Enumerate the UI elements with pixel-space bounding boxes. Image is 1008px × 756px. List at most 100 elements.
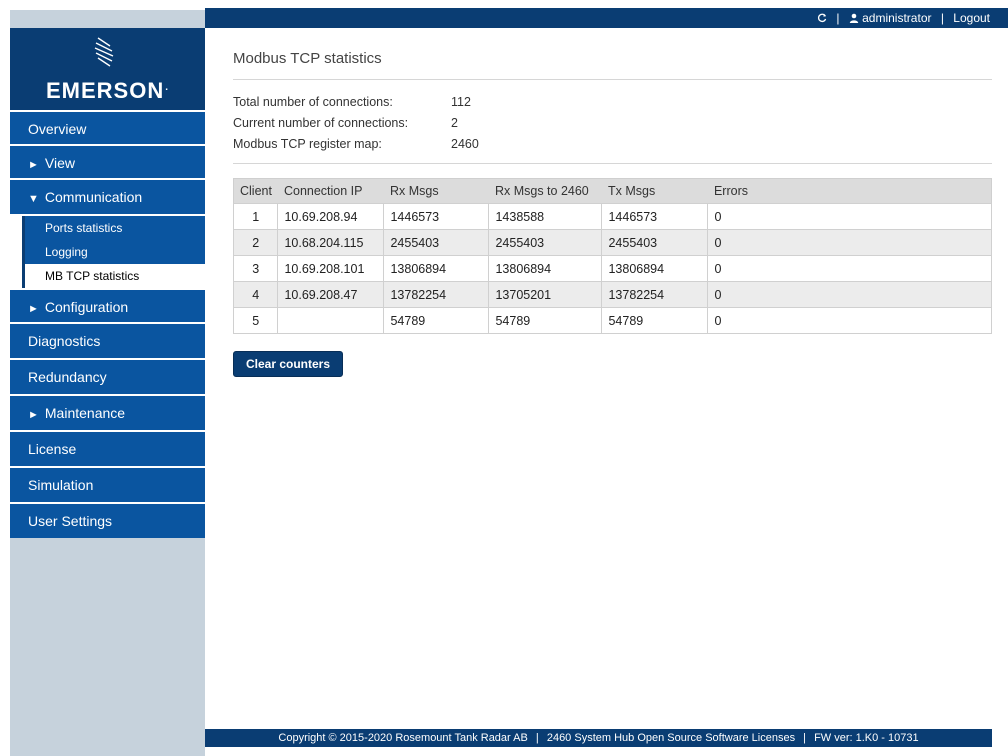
nav-license[interactable]: License [10,430,205,466]
table-cell: 1446573 [601,203,709,230]
brand-name: EMERSON. [45,78,170,103]
separator: | [535,732,539,744]
nav-label: Maintenance [44,405,126,421]
emerson-logo-icon [94,37,114,67]
nav-user-settings[interactable]: User Settings [10,502,205,538]
table-cell: 2455403 [601,229,709,256]
page-title: Modbus TCP statistics [233,50,382,67]
nav-maintenance[interactable]: ► Maintenance [10,394,205,430]
nav-communication[interactable]: ▼ Communication [10,178,205,214]
table-cell: 10.69.208.94 [277,203,385,230]
logout-link[interactable]: Logout [953,11,990,25]
nav-view[interactable]: ► View [10,144,205,178]
nav-configuration[interactable]: ► Configuration [10,288,205,322]
table-cell: 1446573 [383,203,490,230]
nav-label: Configuration [44,299,129,315]
summary-value: 112 [451,95,471,109]
table-cell: 54789 [383,307,490,334]
footer: Copyright © 2015-2020 Rosemount Tank Rad… [205,729,992,747]
nav-label: Simulation [28,477,94,493]
table-row: 4 10.69.208.47 13782254 13705201 1378225… [232,281,992,308]
nav-label: Redundancy [28,369,107,385]
column-header: Rx Msgs [383,178,489,204]
table-cell: 54789 [488,307,603,334]
table-cell: 1 [232,203,279,230]
expand-arrow-icon: ► [28,303,39,315]
separator: | [940,11,944,25]
summary-total-connections: Total number of connections: 112 [233,92,992,113]
nav-label: User Settings [28,513,113,529]
column-header: Connection IP [277,178,384,204]
expand-arrow-icon: ► [28,409,39,421]
table-cell: 54789 [601,307,709,334]
summary-current-connections: Current number of connections: 2 [233,113,992,134]
summary-register-map: Modbus TCP register map: 2460 [233,134,992,155]
nav-redundancy[interactable]: Redundancy [10,358,205,394]
table-row: 3 10.69.208.101 13806894 13806894 138068… [232,255,992,282]
table-cell: 2455403 [383,229,490,256]
table-cell: 13782254 [383,281,490,308]
firmware-version: FW ver: 1.K0 - 10731 [814,732,919,744]
summary: Total number of connections: 112 Current… [233,92,992,155]
table-cell: 0 [707,203,992,230]
subnav-ports-statistics[interactable]: Ports statistics [22,216,205,240]
table-cell: 0 [707,281,992,308]
communication-submenu: Ports statistics Logging MB TCP statisti… [10,214,205,288]
nav-overview[interactable]: Overview [10,110,205,144]
table-row: 2 10.68.204.115 2455403 2455403 2455403 … [232,229,992,256]
table-header-row: Client Connection IP Rx Msgs Rx Msgs to … [233,178,992,204]
divider [233,163,992,164]
refresh-icon[interactable] [817,11,830,25]
table-cell: 10.69.208.47 [277,281,385,308]
column-header: Tx Msgs [601,178,708,204]
user-icon [849,11,862,25]
nav-label: Communication [44,189,143,205]
nav-label: View [44,155,75,171]
table-cell: 2455403 [488,229,603,256]
table-cell: 1438588 [488,203,603,230]
copyright-text: Copyright © 2015-2020 Rosemount Tank Rad… [278,732,528,744]
column-header: Rx Msgs to 2460 [488,178,602,204]
table-cell: 0 [707,307,992,334]
summary-label: Modbus TCP register map: [233,137,382,151]
table-cell: 13806894 [601,255,709,282]
nav-diagnostics[interactable]: Diagnostics [10,322,205,358]
separator: | [836,11,840,25]
subnav-mb-tcp-statistics[interactable]: MB TCP statistics [22,264,205,288]
table-cell: 0 [707,255,992,282]
table-cell: 10.68.204.115 [277,229,385,256]
summary-value: 2 [451,116,458,130]
collapse-arrow-icon: ▼ [28,193,39,205]
table-cell: 13705201 [488,281,603,308]
nav-simulation[interactable]: Simulation [10,466,205,502]
table-cell: 3 [232,255,279,282]
nav-label: Overview [28,121,87,137]
table-cell: 4 [232,281,279,308]
table-row: 1 10.69.208.94 1446573 1438588 1446573 0 [232,203,992,230]
table-cell: 0 [707,229,992,256]
subnav-logging[interactable]: Logging [22,240,205,264]
nav-label: Diagnostics [28,333,101,349]
table-cell: 2 [232,229,279,256]
statistics-table: Client Connection IP Rx Msgs Rx Msgs to … [232,178,992,334]
summary-label: Current number of connections: [233,116,409,130]
logo: EMERSON. [10,28,205,110]
sidebar: EMERSON. Overview ► View ▼ Communication P… [10,28,205,538]
summary-value: 2460 [451,137,479,151]
separator: | [803,732,806,744]
main-content: Modbus TCP statistics Total number of co… [232,50,992,377]
table-cell: 5 [232,307,279,334]
oss-licenses-link[interactable]: 2460 System Hub Open Source Software Lic… [547,732,795,744]
summary-label: Total number of connections: [233,95,393,109]
divider [233,79,992,80]
table-cell: 13806894 [383,255,490,282]
top-bar: | administrator | Logout [205,8,1008,28]
table-cell: 10.69.208.101 [277,255,385,282]
table-cell [277,307,385,334]
clear-counters-button[interactable]: Clear counters [233,351,344,377]
column-header: Errors [707,178,992,204]
expand-arrow-icon: ► [28,159,39,171]
table-row: 5 54789 54789 54789 0 [232,307,992,334]
username-link[interactable]: administrator [862,11,931,25]
table-cell: 13806894 [488,255,603,282]
